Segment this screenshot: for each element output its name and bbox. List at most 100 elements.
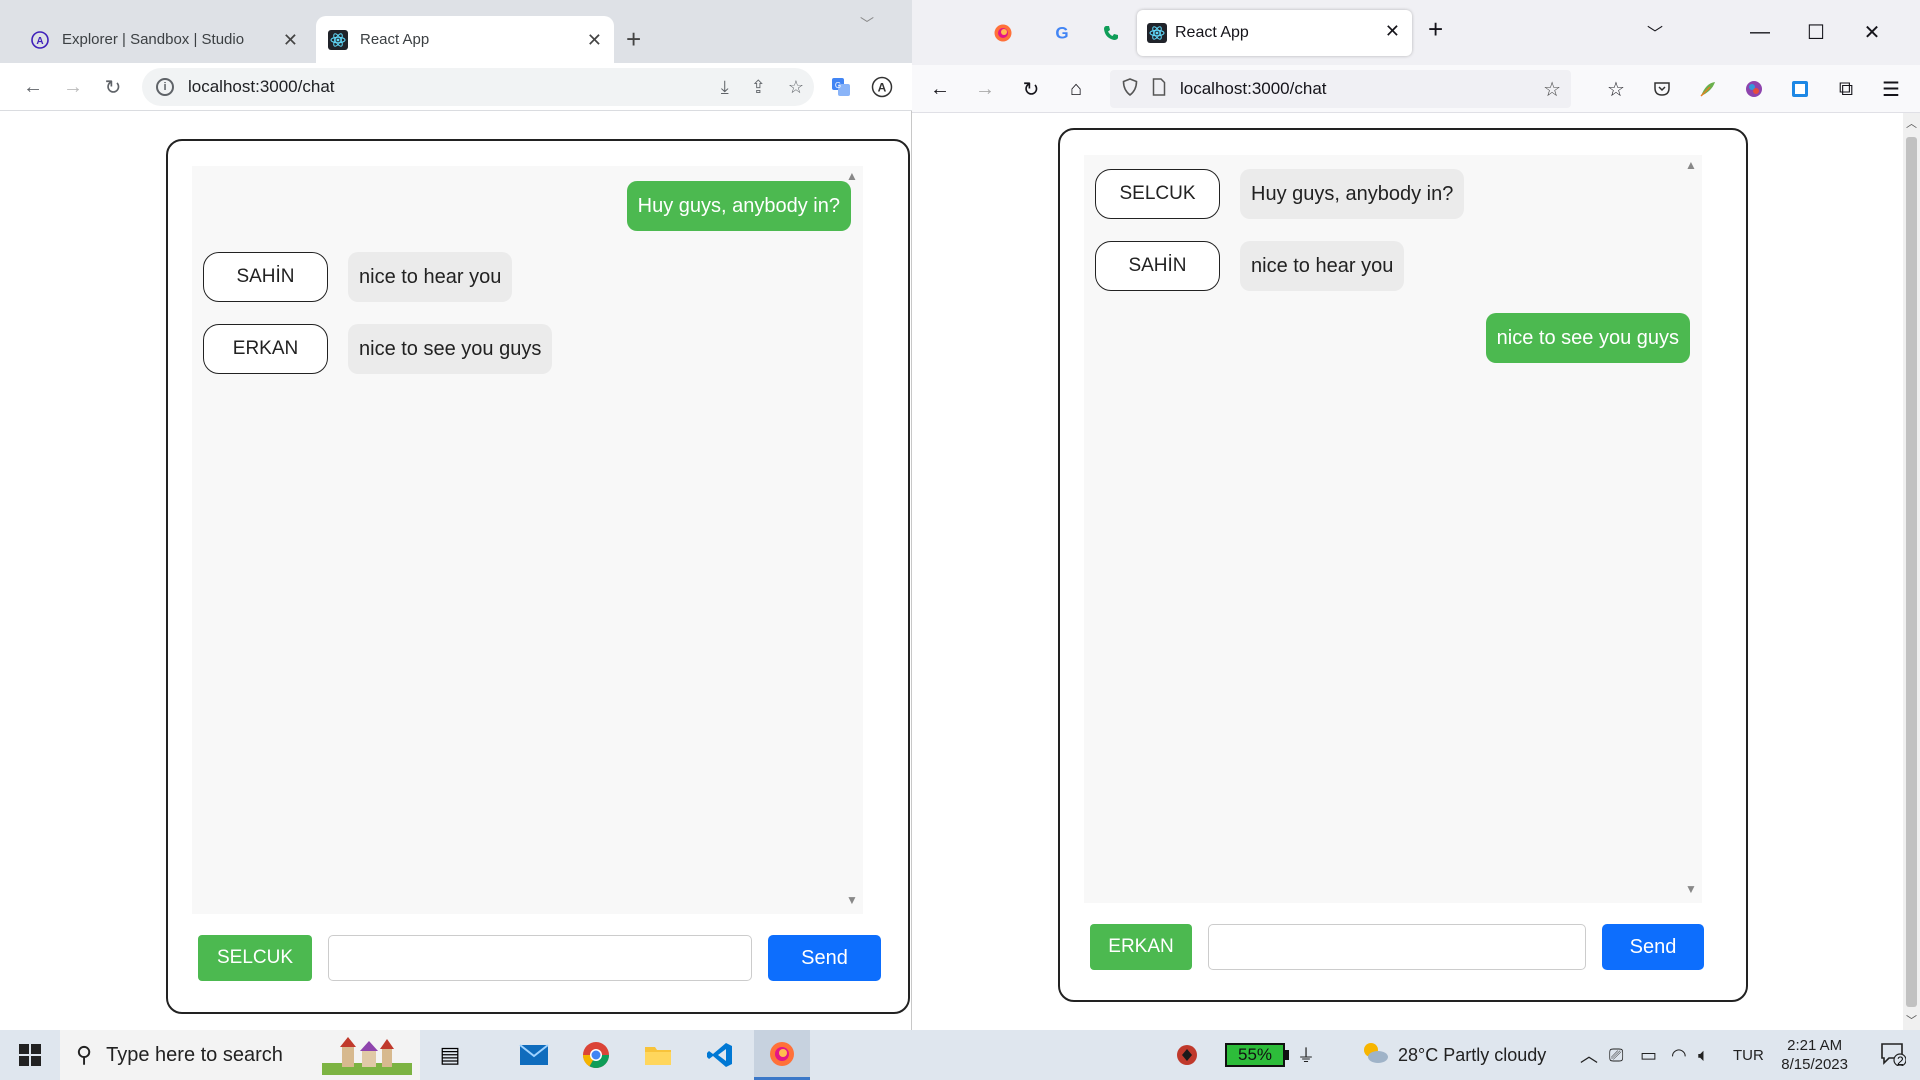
meet-now-icon[interactable]: ⎚: [1609, 1030, 1623, 1080]
bookmark-star-icon[interactable]: ☆: [1543, 77, 1561, 102]
address-bar[interactable]: localhost:3000/chat ☆: [1110, 70, 1571, 108]
tab-react-app[interactable]: React App ✕: [316, 16, 614, 63]
shield-icon[interactable]: [1122, 77, 1138, 101]
firefox-icon[interactable]: [983, 14, 1023, 52]
close-tab-icon[interactable]: ✕: [1385, 21, 1400, 42]
charging-plug-icon: ⏚: [1297, 1046, 1315, 1066]
share-icon[interactable]: ⇪: [751, 77, 766, 98]
extension-window-icon[interactable]: [1782, 65, 1818, 113]
translate-icon[interactable]: G: [823, 63, 859, 111]
extension-colorful-icon[interactable]: [1736, 65, 1772, 113]
page-scrollbar[interactable]: ︿ ﹀: [1903, 113, 1920, 1030]
sender-name: SAHİN: [203, 252, 328, 302]
close-window-icon[interactable]: ✕: [1844, 0, 1900, 64]
sender-name: SAHİN: [1095, 241, 1220, 291]
back-arrow-icon[interactable]: ←: [922, 65, 958, 113]
extension-feather-icon[interactable]: [1690, 65, 1726, 113]
svg-text:G: G: [835, 81, 841, 90]
svg-text:A: A: [878, 81, 887, 95]
message-list[interactable]: ▲ ▼ SELCUK Huy guys, anybody in? SAHİN n…: [1084, 155, 1702, 903]
speaker-icon[interactable]: 🔈︎: [1698, 1030, 1709, 1080]
profile-a-icon[interactable]: A: [864, 63, 900, 111]
url-text: localhost:3000/chat: [1180, 79, 1327, 98]
message-input[interactable]: [1208, 924, 1586, 970]
weather-widget[interactable]: 28°C Partly cloudy: [1360, 1030, 1546, 1080]
scroll-down-icon[interactable]: ﹀: [1906, 1012, 1917, 1028]
send-button[interactable]: Send: [768, 935, 881, 981]
mail-icon[interactable]: [506, 1030, 562, 1080]
battery-small-icon[interactable]: ▭: [1640, 1030, 1657, 1080]
site-info-icon[interactable]: i: [156, 78, 174, 96]
message-row: SELCUK Huy guys, anybody in?: [1095, 169, 1465, 219]
message-input[interactable]: [328, 935, 752, 981]
current-user-button[interactable]: ERKAN: [1090, 924, 1192, 970]
search-highlight-castle-icon: [322, 1035, 412, 1080]
taskbar: ⚲ Type here to search ▤ 55% ⏚ 28°C Partl…: [0, 1030, 1920, 1080]
message-row: SAHİN nice to hear you: [203, 252, 513, 302]
chrome-window: A Explorer | Sandbox | Studio ✕ React Ap…: [0, 0, 912, 1030]
scrollbar-thumb[interactable]: [1906, 137, 1917, 1007]
scroll-down-icon[interactable]: ▼: [1685, 882, 1697, 896]
chrome-icon[interactable]: [568, 1030, 624, 1080]
battery-percent: 55%: [1225, 1043, 1285, 1067]
show-hidden-icons-chevron-icon[interactable]: ︿: [1580, 1030, 1598, 1080]
firefox-taskbar-icon[interactable]: [754, 1030, 810, 1080]
list-all-tabs-chevron-icon[interactable]: ﹀: [1647, 20, 1663, 44]
chrome-toolbar: ← → ↻ i localhost:3000/chat ⤓ ⇪ ☆ G A: [0, 63, 912, 111]
saved-to-firefox-icon[interactable]: ☆: [1598, 65, 1634, 113]
windows-start-icon[interactable]: [0, 1030, 60, 1080]
battery-indicator[interactable]: 55% ⏚: [1225, 1030, 1315, 1080]
clock[interactable]: 2:21 AM 8/15/2023: [1781, 1030, 1848, 1080]
scroll-down-icon[interactable]: ▼: [846, 893, 858, 907]
message-bubble: nice to hear you: [348, 252, 513, 302]
tab-react-app[interactable]: React App ✕: [1137, 10, 1412, 56]
home-icon[interactable]: ⌂: [1058, 65, 1094, 113]
minimize-icon[interactable]: —: [1732, 0, 1788, 64]
page-icon[interactable]: [1152, 77, 1166, 101]
language-indicator[interactable]: TUR: [1733, 1030, 1764, 1080]
pocket-icon[interactable]: [1644, 65, 1680, 113]
vscode-icon[interactable]: [692, 1030, 748, 1080]
send-button[interactable]: Send: [1602, 924, 1704, 970]
reload-icon[interactable]: ↻: [1013, 65, 1049, 113]
tab-explorer-sandbox[interactable]: A Explorer | Sandbox | Studio ✕: [18, 16, 310, 63]
new-tab-icon[interactable]: +: [1428, 14, 1443, 45]
taskbar-search[interactable]: ⚲ Type here to search: [60, 1030, 420, 1080]
new-tab-icon[interactable]: +: [626, 24, 641, 55]
tab-title: React App: [1175, 24, 1249, 41]
clock-date: 8/15/2023: [1781, 1056, 1848, 1073]
forward-arrow-icon[interactable]: →: [55, 63, 91, 111]
wifi-icon[interactable]: ◠: [1671, 1030, 1687, 1080]
firefox-toolbar: ← → ↻ ⌂ localhost:3000/chat ☆ ☆ ⧉ ☰: [912, 65, 1920, 113]
close-tab-icon[interactable]: ✕: [587, 30, 602, 51]
close-tab-icon[interactable]: ✕: [283, 30, 298, 51]
svg-text:A: A: [36, 36, 43, 47]
firefox-tab-bar: G React App ✕ + ﹀ — ☐ ✕: [912, 0, 1920, 65]
scroll-up-icon[interactable]: ︿: [1906, 115, 1917, 131]
firefox-window: G React App ✕ + ﹀ — ☐ ✕ ← → ↻ ⌂ localhos…: [912, 0, 1920, 1030]
apollo-icon: A: [30, 30, 50, 50]
install-app-icon[interactable]: ⤓: [721, 77, 729, 98]
current-user-button[interactable]: SELCUK: [198, 935, 312, 981]
google-icon[interactable]: G: [1042, 14, 1082, 52]
notification-center-icon[interactable]: 2: [1880, 1042, 1907, 1072]
partly-cloudy-icon: [1360, 1040, 1390, 1071]
file-explorer-icon[interactable]: [630, 1030, 686, 1080]
react-icon: [1147, 23, 1167, 43]
forward-arrow-icon[interactable]: →: [967, 65, 1003, 113]
phone-icon[interactable]: [1091, 14, 1131, 52]
address-bar[interactable]: i localhost:3000/chat ⤓ ⇪ ☆: [142, 68, 814, 106]
message-list[interactable]: ▲ ▼ Huy guys, anybody in? SAHİN nice to …: [192, 166, 863, 914]
bookmark-star-icon[interactable]: ☆: [788, 77, 804, 98]
task-view-icon[interactable]: ▤: [422, 1030, 478, 1080]
battery-tip: [1285, 1050, 1289, 1060]
maximize-icon[interactable]: ☐: [1788, 0, 1844, 64]
message-bubble: nice to hear you: [1240, 241, 1405, 291]
scroll-up-icon[interactable]: ▲: [1685, 158, 1697, 172]
tab-search-chevron-icon[interactable]: ﹀: [860, 14, 874, 34]
back-arrow-icon[interactable]: ←: [15, 63, 51, 111]
reload-icon[interactable]: ↻: [95, 63, 131, 111]
menu-hamburger-icon[interactable]: ☰: [1873, 65, 1909, 113]
extensions-puzzle-icon[interactable]: ⧉: [1828, 65, 1864, 113]
antivirus-icon[interactable]: [1175, 1030, 1199, 1080]
